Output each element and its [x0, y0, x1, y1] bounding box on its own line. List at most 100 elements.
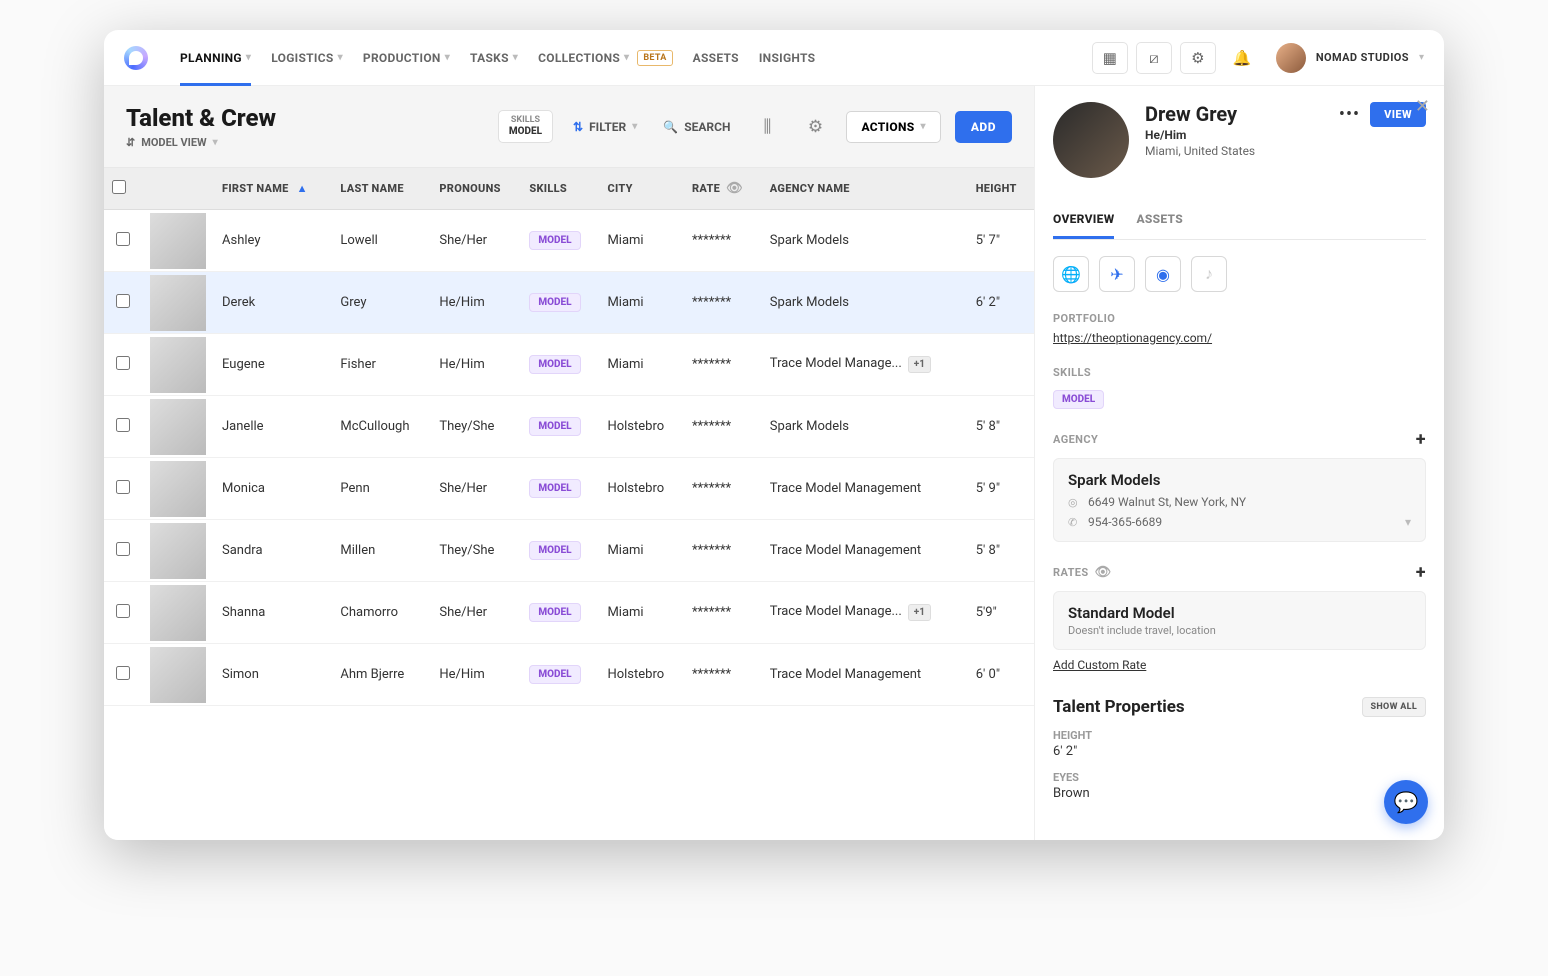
settings-icon[interactable]: ⚙	[798, 110, 832, 144]
cell-first-name: Janelle	[214, 396, 332, 458]
skill-pill: MODEL	[529, 665, 580, 684]
nav-production[interactable]: PRODUCTION▾	[353, 30, 460, 86]
chevron-down-icon: ▾	[213, 137, 218, 148]
columns-icon[interactable]: ⫼	[750, 110, 784, 144]
cell-agency: Trace Model Management	[762, 644, 968, 706]
col-first-name[interactable]: FIRST NAME▲	[214, 168, 332, 210]
cell-height: 5' 8"	[968, 520, 1034, 582]
table-row[interactable]: ShannaChamorroShe/HerMODELMiami*******Tr…	[104, 582, 1034, 644]
col-city[interactable]: CITY	[599, 168, 684, 210]
col-skills[interactable]: SKILLS	[521, 168, 599, 210]
detail-location: Miami, United States	[1145, 144, 1255, 158]
col-height[interactable]: HEIGHT	[968, 168, 1034, 210]
avatar	[150, 461, 206, 517]
avatar	[150, 213, 206, 269]
filter-button[interactable]: ⇅ FILTER ▾	[567, 114, 643, 140]
people-icon: ⇵	[126, 136, 135, 149]
nav-tasks[interactable]: TASKS▾	[460, 30, 528, 86]
row-checkbox[interactable]	[116, 542, 130, 556]
cell-agency: Trace Model Manage...+1	[762, 582, 968, 644]
chevron-down-icon: ▾	[632, 121, 637, 132]
nav-collections[interactable]: COLLECTIONS▾BETA	[528, 30, 683, 86]
avatar	[150, 275, 206, 331]
table-row[interactable]: DerekGreyHe/HimMODELMiami*******Spark Mo…	[104, 272, 1034, 334]
cell-rate: *******	[684, 520, 762, 582]
view-switcher[interactable]: ⇵ MODEL VIEW ▾	[126, 136, 484, 149]
nav-logistics[interactable]: LOGISTICS▾	[261, 30, 353, 86]
row-checkbox[interactable]	[116, 418, 130, 432]
nav-insights[interactable]: INSIGHTS	[749, 30, 826, 86]
row-checkbox[interactable]	[116, 666, 130, 680]
cell-agency: Spark Models	[762, 396, 968, 458]
instagram-icon[interactable]: ◉	[1145, 256, 1181, 292]
table-row[interactable]: MonicaPennShe/HerMODELHolstebro*******Tr…	[104, 458, 1034, 520]
row-checkbox[interactable]	[116, 604, 130, 618]
add-rate-icon[interactable]: +	[1416, 562, 1426, 583]
nav-assets[interactable]: ASSETS	[683, 30, 749, 86]
row-checkbox[interactable]	[116, 232, 130, 246]
cell-city: Holstebro	[599, 644, 684, 706]
close-icon[interactable]: ✕	[1415, 96, 1430, 117]
nav-planning[interactable]: PLANNING▾	[170, 30, 261, 86]
col-agency-name[interactable]: AGENCY NAME	[762, 168, 968, 210]
col-rate[interactable]: RATE👁	[684, 168, 762, 210]
news-icon[interactable]: ▦	[1092, 42, 1128, 74]
table-row[interactable]: JanelleMcCulloughThey/SheMODELHolstebro*…	[104, 396, 1034, 458]
cell-last-name: Ahm Bjerre	[332, 644, 431, 706]
cell-first-name: Sandra	[214, 520, 332, 582]
account-switcher[interactable]: NOMAD STUDIOS ▾	[1276, 43, 1424, 73]
skill-pill: MODEL	[529, 479, 580, 498]
globe-icon[interactable]: ⚙	[1180, 42, 1216, 74]
show-all-button[interactable]: SHOW ALL	[1362, 697, 1426, 717]
tab-assets[interactable]: ASSETS	[1136, 202, 1183, 239]
website-icon[interactable]: 🌐	[1053, 256, 1089, 292]
cell-height: 5' 9"	[968, 458, 1034, 520]
add-agency-icon[interactable]: +	[1416, 429, 1426, 450]
eyes-value: Brown	[1053, 786, 1426, 801]
skills-filter-button[interactable]: SKILLS MODEL	[498, 110, 553, 143]
table-row[interactable]: AshleyLowellShe/HerMODELMiami*******Spar…	[104, 210, 1034, 272]
skill-pill: MODEL	[529, 293, 580, 312]
cell-rate: *******	[684, 644, 762, 706]
analytics-icon[interactable]: ⧄	[1136, 42, 1172, 74]
add-button[interactable]: ADD	[955, 111, 1012, 143]
chat-icon[interactable]: 💬	[1384, 780, 1428, 824]
row-checkbox[interactable]	[116, 294, 130, 308]
tiktok-icon[interactable]: ♪	[1191, 256, 1227, 292]
more-icon[interactable]: •••	[1339, 104, 1360, 125]
cell-rate: *******	[684, 458, 762, 520]
properties-title: Talent Properties	[1053, 697, 1185, 717]
table-row[interactable]: EugeneFisherHe/HimMODELMiami*******Trace…	[104, 334, 1034, 396]
height-value: 6' 2"	[1053, 744, 1426, 759]
col-pronouns[interactable]: PRONOUNS	[431, 168, 521, 210]
send-icon[interactable]: ✈	[1099, 256, 1135, 292]
table-row[interactable]: SandraMillenThey/SheMODELMiami*******Tra…	[104, 520, 1034, 582]
select-all-header[interactable]	[104, 168, 142, 210]
skills-label: SKILLS	[1053, 366, 1426, 379]
detail-name: Drew Grey	[1145, 102, 1255, 126]
tab-overview[interactable]: OVERVIEW	[1053, 202, 1114, 239]
col-last-name[interactable]: LAST NAME	[332, 168, 431, 210]
cell-last-name: McCullough	[332, 396, 431, 458]
actions-button[interactable]: ACTIONS ▾	[846, 111, 940, 143]
cell-city: Holstebro	[599, 458, 684, 520]
cell-pronouns: He/Him	[431, 644, 521, 706]
agency-label: AGENCY +	[1053, 429, 1426, 450]
portfolio-link[interactable]: https://theoptionagency.com/	[1053, 331, 1212, 345]
talent-table: FIRST NAME▲LAST NAMEPRONOUNSSKILLSCITYRA…	[104, 167, 1034, 840]
rates-label: RATES 👁 +	[1053, 562, 1426, 583]
cell-pronouns: He/Him	[431, 334, 521, 396]
cell-first-name: Monica	[214, 458, 332, 520]
row-checkbox[interactable]	[116, 356, 130, 370]
search-button[interactable]: 🔍 SEARCH	[657, 114, 736, 140]
add-custom-rate[interactable]: Add Custom Rate	[1053, 658, 1146, 672]
top-nav: PLANNING▾LOGISTICS▾PRODUCTION▾TASKS▾COLL…	[104, 30, 1444, 86]
table-row[interactable]: SimonAhm BjerreHe/HimMODELHolstebro*****…	[104, 644, 1034, 706]
cell-height: 5'9"	[968, 582, 1034, 644]
row-checkbox[interactable]	[116, 480, 130, 494]
bell-icon[interactable]: 🔔	[1224, 42, 1260, 74]
rate-card[interactable]: Standard Model Doesn't include travel, l…	[1053, 591, 1426, 650]
cell-pronouns: They/She	[431, 396, 521, 458]
height-label: HEIGHT	[1053, 729, 1426, 742]
agency-card[interactable]: Spark Models ◎6649 Walnut St, New York, …	[1053, 458, 1426, 542]
